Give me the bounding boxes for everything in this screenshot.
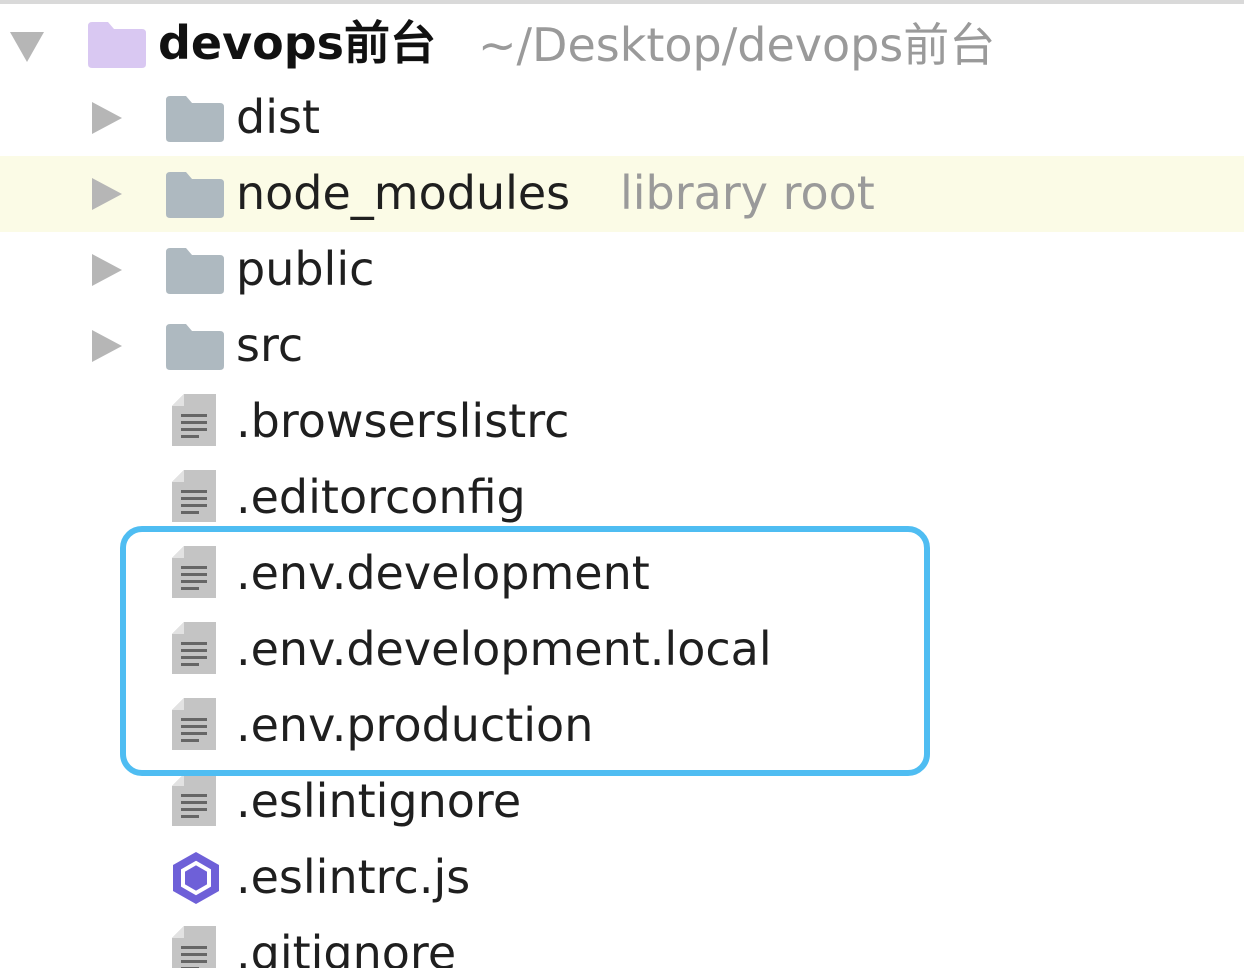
project-name: devops前台 — [158, 16, 437, 70]
folder-icon — [166, 248, 224, 294]
tree-item-label: .eslintrc.js — [236, 850, 471, 904]
eslint-icon — [173, 852, 219, 904]
expand-arrow-icon[interactable] — [92, 102, 122, 134]
tree-row-browserslistrc[interactable]: .browserslistrc — [0, 384, 1244, 460]
root-folder-icon — [88, 22, 146, 68]
tree-item-label: node_modules — [236, 166, 571, 220]
folder-icon — [166, 172, 224, 218]
text-file-icon — [172, 394, 216, 446]
top-divider — [0, 0, 1244, 4]
expand-arrow-icon[interactable] — [92, 330, 122, 362]
project-path: ~/Desktop/devops前台 — [478, 18, 996, 72]
text-file-icon — [172, 470, 216, 522]
folder-icon — [166, 324, 224, 370]
tree-item-label: dist — [236, 90, 320, 144]
tree-item-label: src — [236, 318, 304, 372]
expand-arrow-icon[interactable] — [92, 178, 122, 210]
tree-item-label: public — [236, 242, 375, 296]
tree-row-editorconfig[interactable]: .editorconfig — [0, 460, 1244, 536]
tree-row-eslintrc[interactable]: .eslintrc.js — [0, 840, 1244, 916]
env-files-highlight-box — [120, 526, 930, 776]
project-tree: devops前台 ~/Desktop/devops前台 dist node_mo… — [0, 0, 1244, 968]
tree-item-label: .eslintignore — [236, 774, 522, 828]
tree-row-src[interactable]: src — [0, 308, 1244, 384]
tree-item-label: .editorconfig — [236, 470, 526, 524]
tree-row-dist[interactable]: dist — [0, 80, 1244, 156]
tree-row-root[interactable]: devops前台 ~/Desktop/devops前台 — [0, 6, 1244, 82]
text-file-icon — [172, 774, 216, 826]
text-file-icon — [172, 926, 216, 968]
tree-item-label: .browserslistrc — [236, 394, 570, 448]
tree-row-gitignore[interactable]: .gitignore — [0, 916, 1244, 968]
tree-row-public[interactable]: public — [0, 232, 1244, 308]
tree-item-label: .gitignore — [236, 926, 457, 968]
tree-row-node-modules[interactable]: node_modules library root — [0, 156, 1244, 232]
collapse-arrow-icon[interactable] — [10, 32, 44, 62]
expand-arrow-icon[interactable] — [92, 254, 122, 286]
folder-icon — [166, 96, 224, 142]
library-root-hint: library root — [620, 166, 875, 220]
